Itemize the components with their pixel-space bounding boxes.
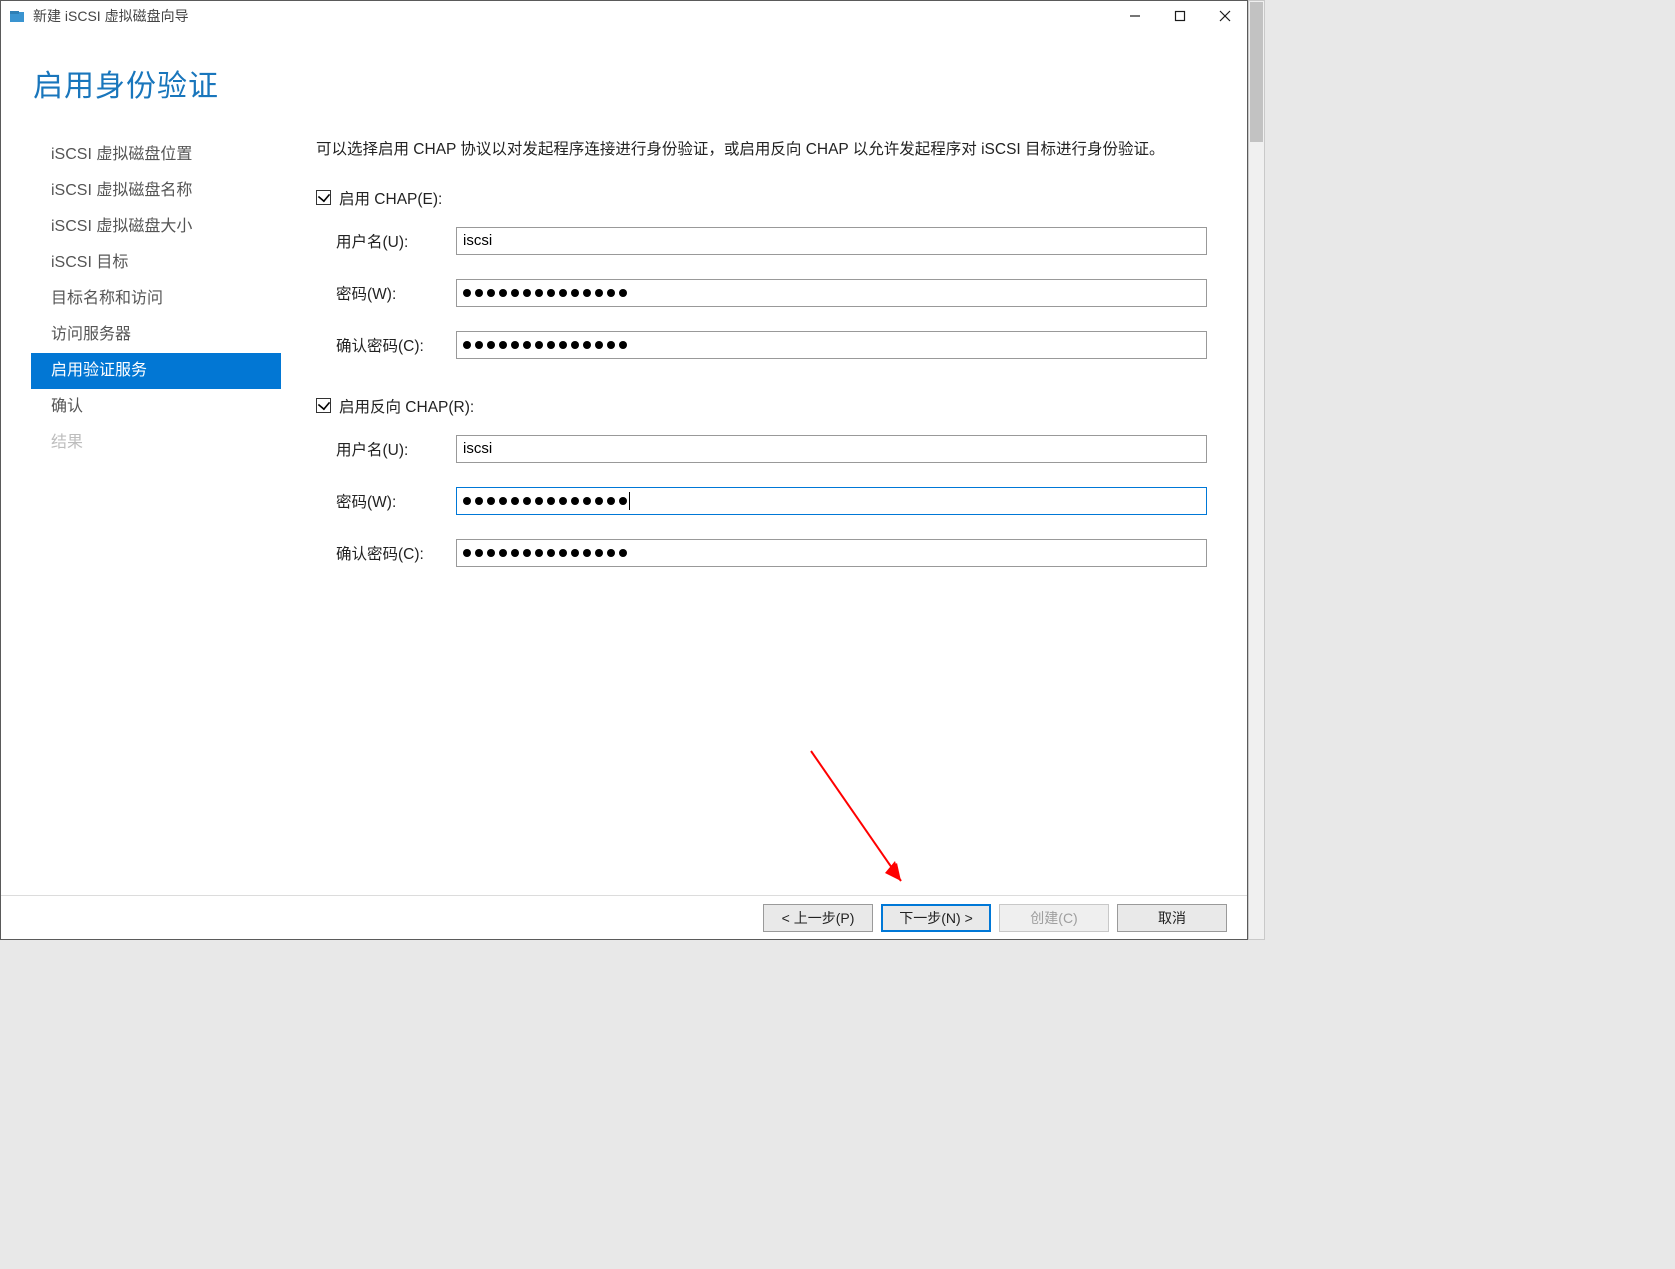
nav-step-target-name[interactable]: 目标名称和访问 bbox=[1, 281, 286, 317]
content: iSCSI 虚拟磁盘位置 iSCSI 虚拟磁盘名称 iSCSI 虚拟磁盘大小 i… bbox=[1, 133, 1247, 895]
enable-chap-checkbox[interactable] bbox=[316, 190, 331, 205]
enable-reverse-chap-checkbox[interactable] bbox=[316, 398, 331, 413]
wizard-window: 新建 iSCSI 虚拟磁盘向导 启用身份验证 iSCSI 虚拟磁盘位置 iSCS… bbox=[0, 0, 1248, 940]
cancel-button[interactable]: 取消 bbox=[1117, 904, 1227, 932]
nav-step-disk-size[interactable]: iSCSI 虚拟磁盘大小 bbox=[1, 209, 286, 245]
form-pane: 可以选择启用 CHAP 协议以对发起程序连接进行身份验证，或启用反向 CHAP … bbox=[286, 133, 1247, 891]
maximize-icon bbox=[1174, 10, 1186, 22]
nav-step-disk-name[interactable]: iSCSI 虚拟磁盘名称 bbox=[1, 173, 286, 209]
app-icon bbox=[7, 6, 27, 26]
minimize-button[interactable] bbox=[1112, 1, 1157, 31]
rchap-user-label: 用户名(U): bbox=[336, 438, 456, 460]
nav-step-iscsi-target[interactable]: iSCSI 目标 bbox=[1, 245, 286, 281]
nav-step-confirm[interactable]: 确认 bbox=[1, 389, 286, 425]
rchap-user-input[interactable] bbox=[456, 435, 1207, 463]
rchap-confirm-input[interactable] bbox=[456, 539, 1207, 567]
titlebar: 新建 iSCSI 虚拟磁盘向导 bbox=[1, 1, 1247, 31]
chap-password-label: 密码(W): bbox=[336, 282, 456, 304]
previous-button[interactable]: < 上一步(P) bbox=[763, 904, 873, 932]
rchap-password-label: 密码(W): bbox=[336, 490, 456, 512]
nav-step-disk-location[interactable]: iSCSI 虚拟磁盘位置 bbox=[1, 137, 286, 173]
reverse-chap-section: 启用反向 CHAP(R): 用户名(U): 密码(W): 确认密码(C): bbox=[316, 395, 1207, 567]
window-title: 新建 iSCSI 虚拟磁盘向导 bbox=[33, 6, 189, 26]
close-icon bbox=[1219, 10, 1231, 22]
chap-confirm-input[interactable] bbox=[456, 331, 1207, 359]
chap-section: 启用 CHAP(E): 用户名(U): 密码(W): 确认密码(C): bbox=[316, 187, 1207, 359]
button-bar: < 上一步(P) 下一步(N) > 创建(C) 取消 bbox=[1, 895, 1247, 939]
nav-step-results: 结果 bbox=[1, 425, 286, 461]
intro-text: 可以选择启用 CHAP 协议以对发起程序连接进行身份验证，或启用反向 CHAP … bbox=[316, 137, 1207, 163]
page-title: 启用身份验证 bbox=[1, 31, 1247, 133]
close-button[interactable] bbox=[1202, 1, 1247, 31]
enable-reverse-chap-label: 启用反向 CHAP(R): bbox=[339, 395, 474, 417]
chap-user-input[interactable] bbox=[456, 227, 1207, 255]
chap-user-label: 用户名(U): bbox=[336, 230, 456, 252]
nav-step-enable-auth[interactable]: 启用验证服务 bbox=[31, 353, 281, 389]
page-scrollbar[interactable] bbox=[1248, 0, 1265, 940]
rchap-confirm-label: 确认密码(C): bbox=[336, 542, 456, 564]
enable-chap-label: 启用 CHAP(E): bbox=[339, 187, 442, 209]
minimize-icon bbox=[1129, 10, 1141, 22]
rchap-password-input[interactable] bbox=[456, 487, 1207, 515]
chap-password-input[interactable] bbox=[456, 279, 1207, 307]
nav-step-access-servers[interactable]: 访问服务器 bbox=[1, 317, 286, 353]
maximize-button[interactable] bbox=[1157, 1, 1202, 31]
create-button: 创建(C) bbox=[999, 904, 1109, 932]
wizard-steps-nav: iSCSI 虚拟磁盘位置 iSCSI 虚拟磁盘名称 iSCSI 虚拟磁盘大小 i… bbox=[1, 133, 286, 891]
chap-confirm-label: 确认密码(C): bbox=[336, 334, 456, 356]
next-button[interactable]: 下一步(N) > bbox=[881, 904, 991, 932]
scrollbar-thumb[interactable] bbox=[1250, 2, 1263, 142]
